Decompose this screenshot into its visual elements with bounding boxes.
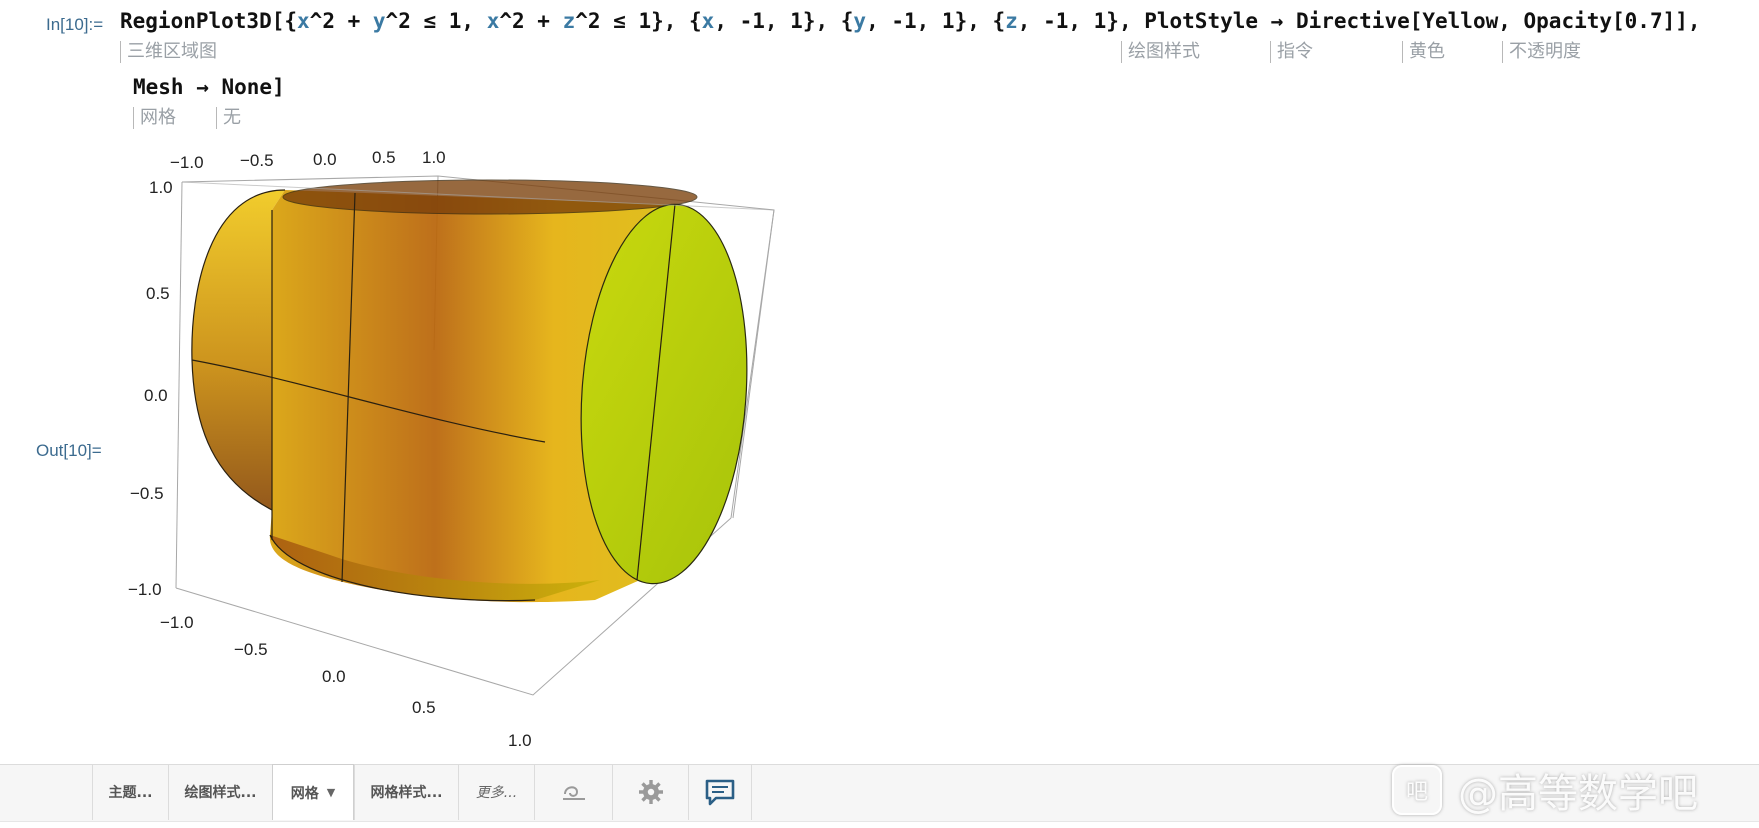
code-variable: z — [562, 9, 576, 33]
mesh-label: 网格 — [290, 785, 319, 802]
x-tick-4: 0.5 — [372, 148, 396, 167]
y-tick-5: 1.0 — [508, 731, 532, 750]
y-tick-1: −1.0 — [160, 613, 194, 632]
plot-style-button[interactable]: 绘图样式... — [168, 764, 272, 820]
code-token: RegionPlot3D[{ — [120, 9, 298, 33]
code-token: , -1, 1}, { — [866, 9, 1006, 33]
watermark-text: @高等数学吧 — [1458, 771, 1698, 817]
in-label: In[10]:= — [46, 15, 104, 34]
chevron-down-icon: ▼ — [326, 786, 336, 799]
swirl-icon — [562, 786, 585, 800]
mesh-style-button[interactable]: 网格样式... — [354, 764, 458, 820]
code-variable: x — [297, 9, 310, 33]
x-tick-1: −1.0 — [170, 153, 204, 172]
z-tick-4: −0.5 — [130, 484, 164, 503]
hint-mesh: 网格 — [133, 107, 176, 129]
theme-button[interactable]: 主题... — [92, 764, 168, 820]
x-tick-5: 1.0 — [422, 148, 446, 167]
mesh-dropdown[interactable]: 网格 ▼ — [272, 764, 354, 820]
hint-regionplot3d: 三维区域图 — [120, 41, 217, 63]
y-tick-2: −0.5 — [234, 640, 268, 659]
z-tick-5: −1.0 — [128, 580, 162, 599]
watermark-logo: 吧 — [1392, 765, 1442, 815]
code-variable: x — [701, 9, 715, 33]
code-variable: y — [372, 9, 386, 33]
input-code-line1[interactable]: RegionPlot3D[{x^2 + y^2 ≤ 1, x^2 + z^2 ≤… — [120, 9, 1701, 33]
code-variable: y — [853, 9, 867, 33]
code-variable: z — [1005, 9, 1018, 33]
code-token: , -1, 1}, { — [714, 9, 854, 33]
left-cylinder-face — [191, 190, 285, 510]
code-token: ^2 ≤ 1}, { — [575, 9, 702, 33]
z-tick-2: 0.5 — [146, 284, 170, 303]
y-tick-3: 0.0 — [322, 667, 346, 686]
gear-icon — [638, 780, 663, 804]
hint-plotstyle: 绘图样式 — [1121, 41, 1200, 63]
swirl-button[interactable] — [534, 764, 612, 820]
z-tick-1: 1.0 — [149, 178, 173, 197]
more-button[interactable]: 更多... — [458, 764, 534, 820]
code-token: , -1, 1}, PlotStyle → Directive[Yellow, … — [1017, 9, 1701, 33]
z-tick-3: 0.0 — [144, 386, 168, 405]
hint-directive: 指令 — [1270, 41, 1313, 63]
code-variable: x — [486, 9, 500, 33]
code-token: ^2 + — [309, 9, 373, 33]
y-tick-4: 0.5 — [412, 698, 436, 717]
hint-opacity: 不透明度 — [1502, 41, 1581, 63]
feedback-button[interactable] — [688, 764, 752, 820]
hint-none: 无 — [216, 107, 241, 129]
settings-button[interactable] — [612, 764, 688, 820]
region-plot-3d[interactable] — [0, 150, 800, 710]
code-token: ^2 ≤ 1, — [385, 9, 487, 33]
input-code-line2[interactable]: Mesh → None] — [133, 75, 285, 99]
x-tick-3: 0.0 — [313, 150, 337, 169]
chat-bubble-icon — [705, 779, 735, 806]
code-token: ^2 + — [499, 9, 563, 33]
x-tick-2: −0.5 — [240, 151, 274, 170]
watermark: 吧 @高等数学吧 — [1392, 758, 1742, 822]
hint-yellow: 黄色 — [1402, 41, 1445, 63]
